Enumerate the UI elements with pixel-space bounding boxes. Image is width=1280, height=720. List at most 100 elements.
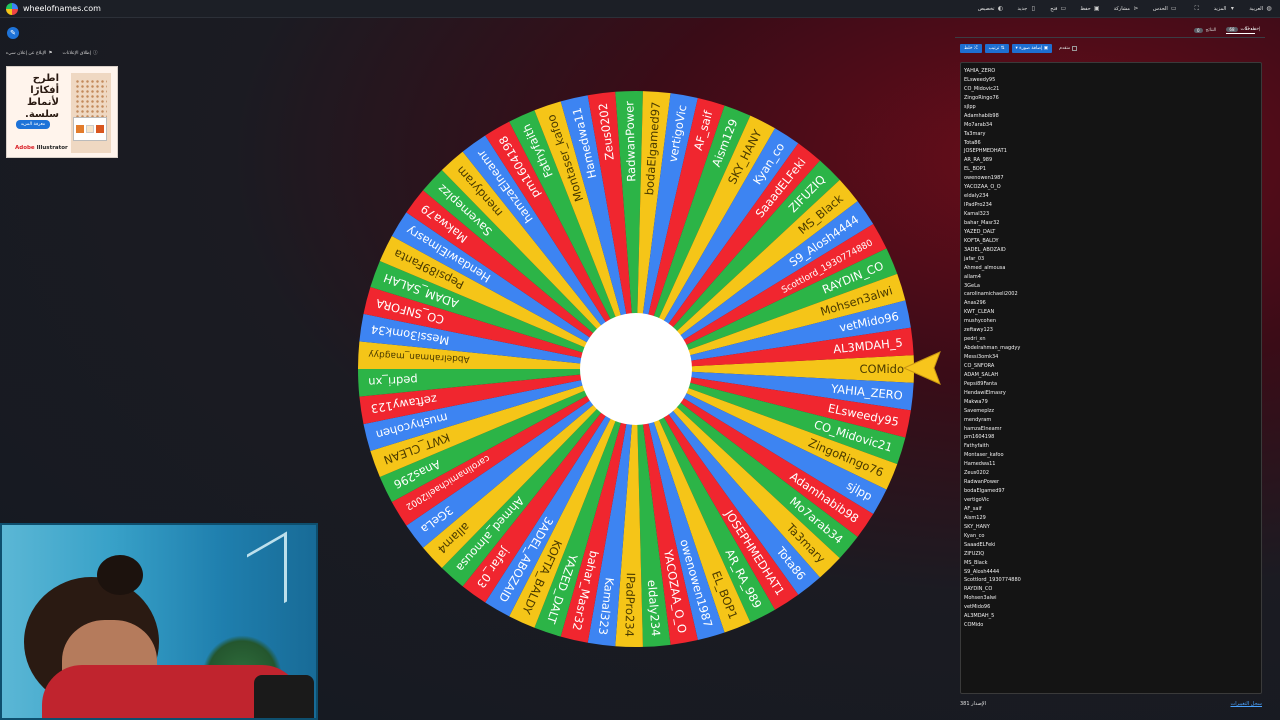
tab-results[interactable]: النتائج 0 bbox=[1194, 28, 1216, 33]
entry-line: pm1604198 bbox=[964, 434, 995, 441]
menu-item-share[interactable]: ⋖ مشاركة bbox=[1114, 5, 1139, 13]
entry-line: SKY_HANY bbox=[964, 523, 990, 530]
logo-icon bbox=[6, 2, 18, 15]
ad-learn-more-button[interactable]: معرفة المزيد bbox=[16, 120, 50, 129]
entry-line: AL3MDAH_5 bbox=[964, 613, 995, 620]
menu-item-new-file[interactable]: ▯ جديد bbox=[1017, 5, 1036, 13]
menu-label: جديد bbox=[1017, 6, 1028, 12]
entry-line: KWT_CLEAN bbox=[964, 309, 995, 316]
entry-line: JOSEPHMEDHAT1 bbox=[964, 148, 1007, 155]
entry-line: owenowen1987 bbox=[964, 175, 1004, 182]
menu-label: حفظ bbox=[1080, 6, 1091, 12]
menu-item-save[interactable]: ▣ حفظ bbox=[1080, 5, 1100, 13]
entry-line: Kamal323 bbox=[964, 211, 990, 217]
save-icon: ▣ bbox=[1093, 5, 1100, 12]
entry-line: allam4 bbox=[964, 273, 981, 280]
entry-line: YAHIA_ZERO bbox=[964, 68, 996, 74]
panel-footer: الإصدار 381 سجل التغييرات bbox=[960, 699, 1262, 709]
ad-brand: Adobe Illustrator bbox=[15, 145, 68, 151]
entry-line: EL_BOP1 bbox=[964, 166, 986, 173]
flag-icon: ⚑ bbox=[48, 50, 53, 56]
wheel-slice-label: RadwanPower bbox=[622, 101, 638, 182]
top-bar: wheelofnames.com ◐ تخصيص ▯ جديد ▭ فتح ▣ حفظ ⋖ مشا… bbox=[0, 0, 1280, 18]
brand[interactable]: wheelofnames.com bbox=[6, 2, 101, 15]
advertisement[interactable]: اطرح أفكارًا لأنماط سلسة. معرفة المزيد A… bbox=[6, 66, 118, 158]
entry-line: sjlpp bbox=[964, 103, 976, 110]
entry-line: Adamhabib98 bbox=[964, 112, 999, 119]
add-image-button[interactable]: ▣ إضافة صورة ▾ bbox=[1011, 44, 1053, 53]
entry-line: Fathyfaith bbox=[964, 443, 989, 450]
entry-line: ADAM_SALAH bbox=[964, 371, 999, 378]
entry-line: bodaElgamed97 bbox=[964, 488, 1005, 495]
entry-line: Ta3mary bbox=[964, 130, 986, 137]
menu-label: تخصيص bbox=[977, 6, 995, 12]
version-text: الإصدار 381 bbox=[960, 701, 987, 707]
site-name: wheelofnames.com bbox=[23, 4, 101, 13]
entry-line: SaaadELFeki bbox=[964, 541, 996, 548]
ad-headline: اطرح أفكارًا لأنماط سلسة. bbox=[25, 73, 59, 120]
entry-line: Savemeplzz bbox=[964, 407, 995, 414]
new-file-icon: ▯ bbox=[1031, 5, 1035, 12]
entry-line: Kyan_co bbox=[964, 532, 985, 539]
entry-line: mendyram bbox=[964, 416, 992, 423]
entry-line: COMido bbox=[964, 622, 984, 629]
menu-item-folder[interactable]: ▭ الحدس bbox=[1152, 5, 1177, 13]
ad-links: ⓘ إطلاق الإعلانات ⚑ الإبلاغ عن إعلان سيء bbox=[6, 50, 97, 57]
share-icon: ⋖ bbox=[1133, 5, 1139, 12]
entry-line: mushycohen bbox=[964, 318, 996, 325]
entry-line: 3ADEL_ABOZAID bbox=[964, 246, 1006, 253]
menu-item-globe[interactable]: ◍ العربية bbox=[1249, 5, 1272, 13]
entry-line: Scottlord_1930774880 bbox=[964, 577, 1021, 584]
spin-wheel[interactable]: COMidoYAHIA_ZEROELsweedy95CO_Midovic21Zi… bbox=[355, 88, 917, 650]
entry-line: Aism129 bbox=[964, 514, 986, 521]
folder-icon: ▭ bbox=[1170, 5, 1177, 12]
entry-line: Ahmed_almousa bbox=[964, 264, 1006, 271]
entry-line: HendawiElmasry bbox=[964, 389, 1006, 396]
entry-line: jafar_03 bbox=[964, 255, 985, 262]
report-ad-link[interactable]: ⚑ الإبلاغ عن إعلان سيء bbox=[6, 50, 52, 56]
ads-link[interactable]: ⓘ إطلاق الإعلانات bbox=[62, 50, 97, 57]
entry-line: carolinamichaeli2002 bbox=[964, 291, 1018, 298]
shuffle-button[interactable]: ⤮ خلط bbox=[960, 44, 982, 53]
entry-line: YACOZAA_O_O bbox=[964, 184, 1001, 191]
menu-item-palette[interactable]: ◐ تخصيص bbox=[977, 6, 1004, 13]
hide-panel-button[interactable]: إخفاء ☐ bbox=[1245, 27, 1260, 32]
entry-line: RAYDIN_CO bbox=[964, 586, 993, 593]
entries-toolbar: ⤮ خلط ⇅ ترتيب ▣ إضافة صورة ▾ متقدم bbox=[960, 44, 1078, 53]
menu-item-open-folder[interactable]: ▭ فتح bbox=[1050, 6, 1066, 13]
ad-artwork bbox=[71, 73, 111, 153]
changelog-link[interactable]: سجل التغييرات bbox=[1231, 701, 1263, 707]
menu-label: فتح bbox=[1050, 6, 1058, 12]
entry-line: IPadPro234 bbox=[964, 202, 992, 209]
entry-line: vertigoVic bbox=[964, 497, 990, 503]
entry-line: KOFTA_BALDY bbox=[964, 237, 999, 244]
globe-icon: ◍ bbox=[1266, 5, 1272, 12]
entry-line: bahar_Masr32 bbox=[964, 219, 1000, 226]
entry-line: AR_RA_989 bbox=[964, 157, 993, 164]
sort-button[interactable]: ⇅ ترتيب bbox=[984, 44, 1009, 53]
advanced-checkbox[interactable]: متقدم bbox=[1059, 46, 1078, 51]
entry-line: Pepsi89Fanta bbox=[964, 380, 998, 387]
menu-label: الحدس bbox=[1152, 6, 1168, 12]
entries-textarea[interactable]: YAHIA_ZERO ELsweedy95 CO_Midovic21 ZingoRin… bbox=[960, 62, 1262, 694]
panel-tabs: مدخلات 68 النتائج 0 bbox=[955, 24, 1265, 38]
edit-icon[interactable]: ✎ bbox=[7, 27, 19, 39]
wheel-pointer-icon bbox=[902, 351, 941, 385]
entry-line: Hamedwa11 bbox=[964, 461, 996, 468]
menu-item-fullscreen[interactable]: ⛶ bbox=[1191, 6, 1200, 12]
entry-line: S9_Alosh4444 bbox=[964, 568, 1000, 575]
entry-line: eldaly234 bbox=[964, 193, 989, 200]
entry-line: Montaser_kafoo bbox=[964, 452, 1004, 459]
entry-line: CO_SNFORA bbox=[964, 362, 995, 369]
entry-line: ELsweedy95 bbox=[964, 76, 996, 83]
wheel-center[interactable] bbox=[580, 313, 692, 425]
entry-line: Abdelrahman_magdyy bbox=[964, 345, 1021, 352]
entry-line: 3GeLa bbox=[964, 282, 980, 289]
wheel-slice-label: COMido bbox=[859, 362, 904, 376]
fullscreen-icon: ⛶ bbox=[1194, 5, 1199, 12]
top-menu: ◐ تخصيص ▯ جديد ▭ فتح ▣ حفظ ⋖ مشاركة ▭ الحدس ⛶ ▾ المزيد… bbox=[978, 0, 1272, 18]
entry-line: CO_Midovic21 bbox=[964, 85, 1000, 92]
menu-item-chevron-down[interactable]: ▾ المزيد bbox=[1214, 5, 1236, 13]
chevron-down-icon: ▾ bbox=[1230, 5, 1234, 12]
entry-line: Mohsen3alwi bbox=[964, 595, 997, 602]
